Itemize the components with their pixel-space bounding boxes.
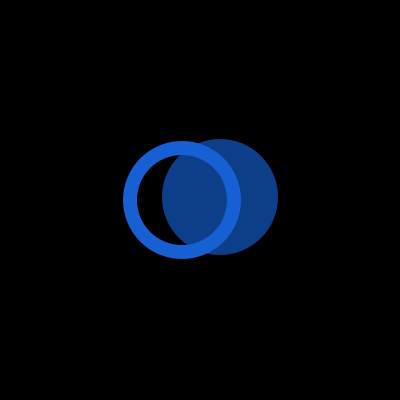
loading-screen — [0, 0, 400, 400]
loading-spinner-icon — [123, 139, 278, 259]
loading-spinner — [0, 0, 400, 400]
